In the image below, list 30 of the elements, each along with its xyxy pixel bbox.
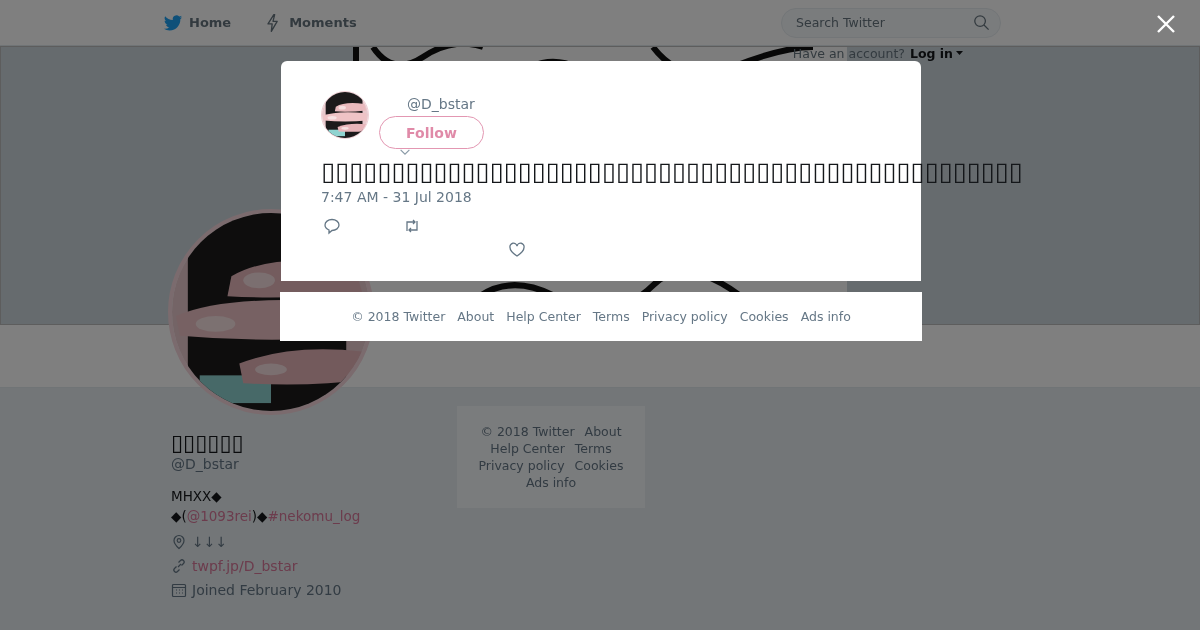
footer-link[interactable]: Privacy policy — [478, 458, 565, 473]
bio-link[interactable]: @1093rei — [186, 508, 252, 524]
login-link[interactable]: Log in — [909, 46, 963, 61]
footer-link[interactable]: Terms — [574, 441, 612, 456]
caret-icon[interactable] — [956, 51, 963, 56]
footer-link[interactable]: Cookies — [574, 458, 624, 473]
website-link[interactable]: twpf.jp/D_bstar — [192, 558, 298, 574]
footer-link[interactable]: About — [584, 424, 622, 439]
search-input[interactable]: Search Twitter — [794, 14, 973, 31]
profile-handle: @D_bstar — [171, 456, 239, 472]
close-button[interactable] — [1156, 14, 1176, 34]
location-icon — [171, 534, 187, 550]
calendar-icon — [171, 582, 187, 598]
bio-link[interactable]: #nekomu_log — [267, 508, 361, 524]
location-text: ↓↓↓ — [192, 534, 228, 550]
bio-text: MHXX◆ — [171, 487, 222, 506]
nav-link[interactable]: Home — [163, 12, 232, 33]
footer-link[interactable]: © 2018 Twitter — [480, 424, 575, 439]
footer-link[interactable]: Ads info — [525, 475, 577, 490]
bio-text: ◆(@1093rei)◆#nekomu_log — [171, 507, 361, 526]
joined-date: Joined February 2010 — [192, 582, 342, 598]
bird-icon — [163, 12, 183, 33]
search-field[interactable]: Search Twitter — [781, 7, 1001, 38]
profile-name: ▯▯▯▯▯▯ — [171, 430, 244, 456]
reply-icon[interactable] — [323, 217, 341, 235]
search-icon — [973, 14, 990, 31]
close-icon — [1156, 14, 1176, 34]
nav-link[interactable]: Moments — [263, 12, 357, 33]
footer-link[interactable]: Help Center — [490, 441, 565, 456]
link-icon — [171, 558, 187, 574]
